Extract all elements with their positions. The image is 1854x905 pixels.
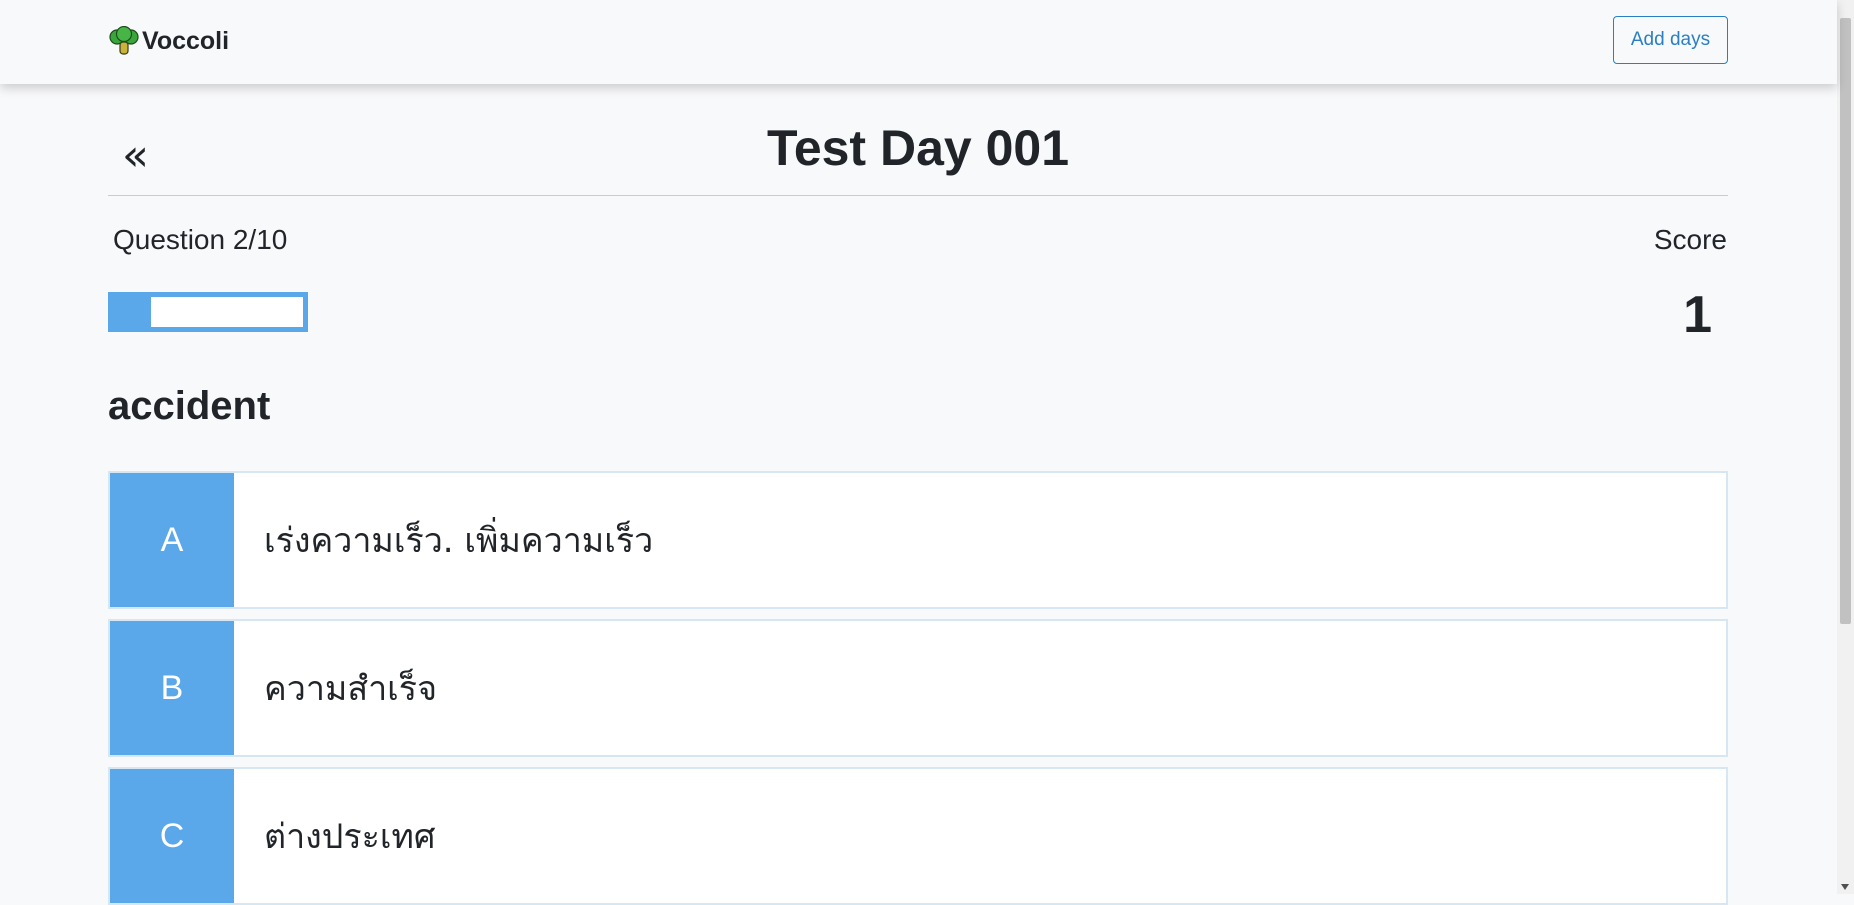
option-text: ต่างประเทศ [264, 817, 436, 857]
option-text: เร่งความเร็ว. เพิ่มความเร็ว [264, 521, 654, 561]
question-word: accident [108, 384, 271, 428]
score-label: Score [1653, 224, 1727, 255]
option-text: ความสำเร็จ [264, 669, 437, 709]
score-value: 1 [1683, 286, 1712, 344]
question-counter: Question 2/10 [113, 224, 288, 255]
vertical-scrollbar[interactable] [1837, 0, 1854, 894]
brand-name: Voccoli [142, 26, 230, 55]
scrollbar-thumb[interactable] [1840, 18, 1851, 624]
option-letter: B [110, 621, 234, 755]
answer-option-c[interactable]: C ต่างประเทศ [108, 767, 1728, 905]
progress-bar [108, 292, 308, 332]
answer-option-a[interactable]: A เร่งความเร็ว. เพิ่มความเร็ว [108, 471, 1728, 609]
option-letter: C [110, 769, 234, 903]
chevron-down-icon[interactable] [1841, 884, 1849, 890]
navbar: Voccoli Add days [0, 0, 1837, 84]
progress-track [151, 297, 303, 327]
option-letter: A [110, 473, 234, 607]
add-days-button[interactable]: Add days [1613, 16, 1728, 64]
broccoli-icon [109, 26, 139, 55]
divider [108, 195, 1728, 196]
page-title: Test Day 001 [766, 120, 1070, 176]
brand-link[interactable]: Voccoli [108, 26, 229, 56]
answer-option-b[interactable]: B ความสำเร็จ [108, 619, 1728, 757]
